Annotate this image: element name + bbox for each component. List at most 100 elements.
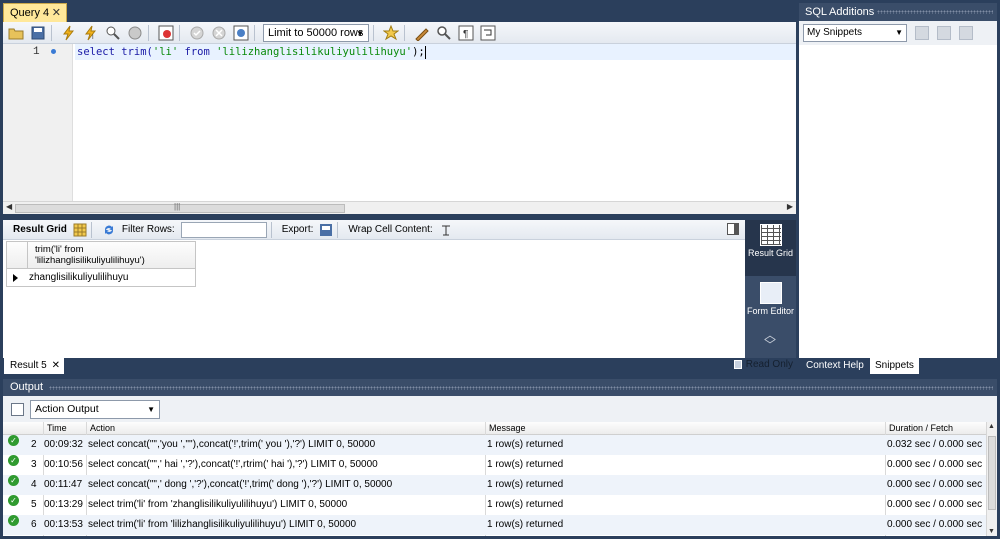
filter-rows-input[interactable] xyxy=(180,221,267,238)
row-time: 00:09:32 xyxy=(44,439,83,450)
result-tabbar: Result 5 ✕ Read Only xyxy=(0,358,797,374)
action-output-table: Time Action Message Duration / Fetch ✓ 2… xyxy=(3,422,986,536)
result-grid-view-button[interactable]: Result Grid xyxy=(745,220,796,276)
add-snippet-icon[interactable] xyxy=(382,24,400,42)
row-number: 4 xyxy=(31,479,37,490)
svg-text:I: I xyxy=(92,35,94,41)
insert-snippet-icon[interactable] xyxy=(915,26,929,40)
column-header[interactable]: trim('li' from 'lilizhanglisilikuliyulil… xyxy=(6,241,196,269)
refresh-icon[interactable] xyxy=(102,223,116,237)
invisible-chars-icon[interactable]: ¶ xyxy=(457,24,475,42)
output-type-value: Action Output xyxy=(35,402,99,415)
svg-text:¶: ¶ xyxy=(463,29,468,40)
table-row[interactable]: ✓ 6 00:13:53 select trim('li' from 'lili… xyxy=(3,515,986,535)
autocommit-icon[interactable] xyxy=(232,24,250,42)
filter-rows-label: Filter Rows: xyxy=(121,224,175,235)
copy-icon[interactable] xyxy=(11,402,24,416)
table-row[interactable]: zhanglisilikuliyulilihuyu xyxy=(6,269,196,287)
execute-current-icon[interactable]: I xyxy=(82,24,100,42)
result-view-sidebar: Result Grid Form Editor ︿ ﹀ xyxy=(745,220,796,358)
limit-rows-label: Limit to 50000 rows xyxy=(268,26,364,39)
code-string: 'lilizhanglisilikuliyulilihuyu' xyxy=(216,46,413,58)
code-keyword: select xyxy=(77,46,115,58)
header-message[interactable]: Message xyxy=(489,422,526,434)
row-message: 1 row(s) returned xyxy=(487,439,564,450)
limit-rows-select[interactable]: Limit to 50000 rows ▼ xyxy=(263,23,369,42)
snippets-list[interactable] xyxy=(799,45,997,358)
close-icon[interactable]: ✕ xyxy=(52,6,61,19)
beautify-icon[interactable] xyxy=(413,24,431,42)
table-row[interactable]: ✓ 5 00:13:29 select trim('li' from 'zhan… xyxy=(3,495,986,515)
column-header-label: trim('li' from 'lilizhanglisilikuliyulil… xyxy=(35,244,145,266)
table-row[interactable]: ✓ 4 00:11:47 select concat('"',' dong ',… xyxy=(3,475,986,495)
editor-gutter: 1 xyxy=(3,44,73,201)
scroll-up-icon[interactable]: ▲ xyxy=(988,423,995,430)
scrollbar-thumb[interactable]: ||| xyxy=(15,202,345,213)
code-keyword: from xyxy=(178,46,217,58)
commit-icon[interactable] xyxy=(188,24,206,42)
statement-marker xyxy=(51,49,56,54)
row-action: select concat('"','you ','"'),concat('!'… xyxy=(88,439,376,450)
wrap-cell-icon[interactable] xyxy=(439,223,453,237)
export-icon[interactable] xyxy=(319,223,333,237)
sql-editor[interactable]: 1 select trim('li' from 'lilizhanglisili… xyxy=(3,44,796,201)
row-action: select trim('li' from 'zhanglisilikuliyu… xyxy=(88,499,348,510)
open-folder-icon[interactable] xyxy=(7,24,25,42)
tab-query-4[interactable]: Query 4 ✕ xyxy=(3,3,67,22)
row-number: 5 xyxy=(31,499,37,510)
code-line[interactable]: select trim('li' from 'lilizhanglisiliku… xyxy=(75,44,796,60)
scrollbar-thumb[interactable] xyxy=(988,436,996,510)
copy-snippet-icon[interactable] xyxy=(959,26,973,40)
tab-context-help[interactable]: Context Help xyxy=(801,358,869,374)
tab-snippets[interactable]: Snippets xyxy=(870,358,919,374)
chevron-down-icon: ▼ xyxy=(147,404,155,414)
row-message: 1 row(s) returned xyxy=(487,499,564,510)
success-check-icon: ✓ xyxy=(8,475,19,486)
row-time: 00:13:29 xyxy=(44,499,83,510)
row-action: select concat('"',' hai ','?'),concat('!… xyxy=(88,459,378,470)
scroll-down-icon[interactable]: ▼ xyxy=(988,528,995,535)
cell-value[interactable]: zhanglisilikuliyulilihuyu xyxy=(29,272,129,283)
result-tab-label: Result 5 xyxy=(10,360,47,371)
sql-toolbar: I Limit to 50000 rows ▼ ¶ xyxy=(3,22,796,44)
tab-label: Query 4 xyxy=(10,7,50,19)
table-row[interactable]: ✓ 2 00:09:32 select concat('"','you ','"… xyxy=(3,435,986,455)
grip-dots xyxy=(49,386,993,390)
row-message: 1 row(s) returned xyxy=(487,459,564,470)
scroll-right-icon[interactable]: ▶ xyxy=(787,202,793,211)
toggle-panel-icon[interactable] xyxy=(727,223,739,235)
editor-horizontal-scrollbar[interactable]: ◀ ||| ▶ xyxy=(3,201,796,214)
form-editor-view-button[interactable]: Form Editor xyxy=(745,278,796,334)
tab-result-5[interactable]: Result 5 ✕ xyxy=(4,358,64,374)
close-icon[interactable]: ✕ xyxy=(52,358,60,373)
stop-icon[interactable] xyxy=(126,24,144,42)
replace-snippet-icon[interactable] xyxy=(937,26,951,40)
wrap-icon[interactable] xyxy=(479,24,497,42)
grid-view-icon[interactable] xyxy=(73,223,87,237)
header-duration[interactable]: Duration / Fetch xyxy=(889,422,953,434)
find-icon[interactable] xyxy=(435,24,453,42)
execute-icon[interactable] xyxy=(60,24,78,42)
chevron-down-icon: ▼ xyxy=(895,28,903,37)
toolbar-divider xyxy=(90,221,92,238)
header-time[interactable]: Time xyxy=(47,422,67,434)
chevron-down-icon: ▼ xyxy=(356,28,364,38)
header-action[interactable]: Action xyxy=(90,422,115,434)
sql-additions-tabbar: Context Help Snippets xyxy=(799,358,997,374)
output-type-select[interactable]: Action Output ▼ xyxy=(30,399,160,419)
snippet-category-select[interactable]: My Snippets ▼ xyxy=(803,24,907,42)
rollback-icon[interactable] xyxy=(210,24,228,42)
table-row[interactable]: ✓ 3 00:10:56 select concat('"',' hai ','… xyxy=(3,455,986,475)
row-time: 00:13:53 xyxy=(44,519,83,530)
output-vertical-scrollbar[interactable]: ▲ ▼ xyxy=(986,422,997,536)
row-time: 00:11:47 xyxy=(44,479,83,490)
save-icon[interactable] xyxy=(29,24,47,42)
export-label: Export: xyxy=(281,224,314,235)
scroll-left-icon[interactable]: ◀ xyxy=(6,202,12,211)
toggle-error-icon[interactable] xyxy=(157,24,175,42)
text-cursor xyxy=(424,45,426,59)
wrap-cell-label: Wrap Cell Content: xyxy=(348,224,433,235)
row-action: select concat('"',' dong ','?'),concat('… xyxy=(88,479,393,490)
chevron-updown-icon[interactable]: ︿ ﹀ xyxy=(762,329,778,352)
explain-icon[interactable] xyxy=(104,24,122,42)
